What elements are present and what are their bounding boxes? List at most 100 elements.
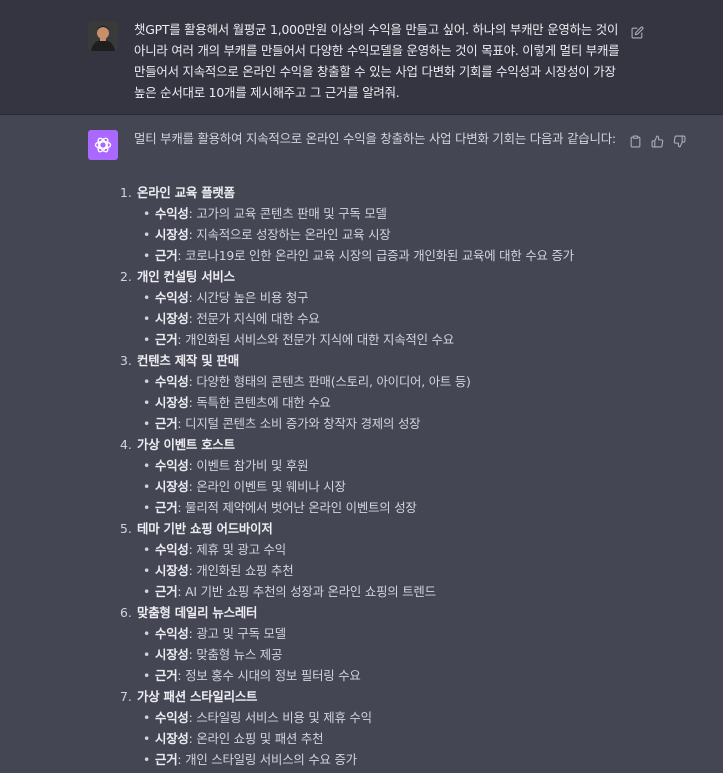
- detail-item: • 근거: 정보 홍수 시대의 정보 필터링 수요: [141, 665, 677, 686]
- detail-label: 시장성: [155, 227, 189, 242]
- detail-item: • 근거: 디지털 콘텐츠 소비 증가와 창작자 경제의 성장: [141, 413, 677, 434]
- list-number: 4.: [120, 437, 132, 452]
- message-actions: [629, 133, 686, 148]
- item-details: • 수익성: 제휴 및 광고 수익 • 시장성: 개인화된 쇼핑 추천 • 근거: AI …: [137, 539, 677, 602]
- list-item: 7. 가상 패션 스타일리스트 • 수익성: 스타일링 서비스 비용 및 제휴 수익 •…: [117, 686, 677, 770]
- item-title: 온라인 교육 플랫폼: [137, 185, 235, 200]
- detail-item: • 시장성: 독특한 콘텐츠에 대한 수요: [141, 392, 677, 413]
- detail-item: • 시장성: 온라인 이벤트 및 웨비나 시장: [141, 476, 677, 497]
- detail-label: 수익성: [155, 458, 189, 473]
- bullet-icon: •: [143, 311, 151, 326]
- detail-item: • 수익성: 스타일링 서비스 비용 및 제휴 수익: [141, 707, 677, 728]
- detail-item: • 시장성: 온라인 쇼핑 및 패션 추천: [141, 728, 677, 749]
- bullet-icon: •: [143, 710, 151, 725]
- detail-label: 시장성: [155, 563, 189, 578]
- thumbs-down-icon[interactable]: [673, 133, 686, 148]
- detail-item: • 근거: 개인 스타일링 서비스의 수요 증가: [141, 749, 677, 770]
- assistant-intro-text: 멀티 부캐를 활용하여 지속적으로 온라인 수익을 창출하는 사업 다변화 기회…: [134, 131, 616, 146]
- detail-label: 근거: [155, 584, 178, 599]
- item-title: 가상 이벤트 호스트: [137, 437, 235, 452]
- bullet-icon: •: [143, 416, 151, 431]
- detail-label: 근거: [155, 416, 178, 431]
- detail-item: • 근거: 물리적 제약에서 벗어난 온라인 이벤트의 성장: [141, 497, 677, 518]
- bullet-icon: •: [143, 731, 151, 746]
- detail-text: : 맞춤형 뉴스 제공: [188, 647, 283, 662]
- detail-label: 수익성: [155, 710, 189, 725]
- detail-label: 근거: [155, 332, 178, 347]
- chatgpt-logo-icon: [88, 130, 118, 160]
- detail-text: : 시간당 높은 비용 청구: [188, 290, 309, 305]
- bullet-icon: •: [143, 458, 151, 473]
- list-number: 7.: [120, 689, 132, 704]
- bullet-icon: •: [143, 206, 151, 221]
- detail-text: : 제휴 및 광고 수익: [188, 542, 287, 557]
- detail-label: 근거: [155, 500, 178, 515]
- detail-text: : 온라인 쇼핑 및 패션 추천: [188, 731, 324, 746]
- list-item: 1. 온라인 교육 플랫폼 • 수익성: 고가의 교육 콘텐츠 판매 및 구독 모델 •…: [117, 182, 677, 266]
- detail-item: • 근거: 코로나19로 인한 온라인 교육 시장의 급증과 개인화된 교육에 대…: [141, 245, 677, 266]
- detail-label: 수익성: [155, 542, 189, 557]
- list-item: 6. 맞춤형 데일리 뉴스레터 • 수익성: 광고 및 구독 모델 • 시장성: 맞춤형 …: [117, 602, 677, 686]
- item-details: • 수익성: 이벤트 참가비 및 후원 • 시장성: 온라인 이벤트 및 웨비나 시장…: [137, 455, 677, 518]
- detail-text: : 개인 스타일링 서비스의 수요 증가: [177, 752, 357, 767]
- bullet-icon: •: [143, 752, 151, 767]
- detail-item: • 수익성: 제휴 및 광고 수익: [141, 539, 677, 560]
- list-number: 3.: [120, 353, 132, 368]
- detail-text: : 물리적 제약에서 벗어난 온라인 이벤트의 성장: [177, 500, 417, 515]
- detail-item: • 수익성: 고가의 교육 콘텐츠 판매 및 구독 모델: [141, 203, 677, 224]
- assistant-message-row: 멀티 부캐를 활용하여 지속적으로 온라인 수익을 창출하는 사업 다변화 기회…: [0, 115, 723, 773]
- list-item: 2. 개인 컨설팅 서비스 • 수익성: 시간당 높은 비용 청구 • 시장성: 전문가 …: [117, 266, 677, 350]
- detail-label: 시장성: [155, 311, 189, 326]
- user-message-row: 챗GPT를 활용해서 월평균 1,000만원 이상의 수익을 만들고 싶어. 하…: [0, 0, 723, 115]
- detail-item: • 수익성: 다양한 형태의 콘텐츠 판매(스토리, 아이디어, 아트 등): [141, 371, 677, 392]
- item-details: • 수익성: 고가의 교육 콘텐츠 판매 및 구독 모델 • 시장성: 지속적으로 성…: [137, 203, 677, 266]
- list-item: 5. 테마 기반 쇼핑 어드바이저 • 수익성: 제휴 및 광고 수익 • 시장성: 개인…: [117, 518, 677, 602]
- item-title: 개인 컨설팅 서비스: [137, 269, 235, 284]
- detail-text: : 개인화된 서비스와 전문가 지식에 대한 지속적인 수요: [177, 332, 454, 347]
- detail-label: 근거: [155, 752, 178, 767]
- bullet-icon: •: [143, 500, 151, 515]
- detail-text: : AI 기반 쇼핑 추천의 성장과 온라인 쇼핑의 트렌드: [177, 584, 436, 599]
- detail-label: 시장성: [155, 647, 189, 662]
- item-title: 가상 패션 스타일리스트: [137, 689, 258, 704]
- detail-label: 근거: [155, 248, 178, 263]
- detail-item: • 근거: 개인화된 서비스와 전문가 지식에 대한 지속적인 수요: [141, 329, 677, 350]
- item-details: • 수익성: 광고 및 구독 모델 • 시장성: 맞춤형 뉴스 제공 • 근거: 정보 홍…: [137, 623, 677, 686]
- detail-label: 수익성: [155, 626, 189, 641]
- detail-item: • 수익성: 시간당 높은 비용 청구: [141, 287, 677, 308]
- detail-item: • 시장성: 맞춤형 뉴스 제공: [141, 644, 677, 665]
- detail-item: • 시장성: 개인화된 쇼핑 추천: [141, 560, 677, 581]
- list-number: 1.: [120, 185, 132, 200]
- bullet-icon: •: [143, 227, 151, 242]
- thumbs-up-icon[interactable]: [651, 133, 664, 148]
- detail-item: • 근거: AI 기반 쇼핑 추천의 성장과 온라인 쇼핑의 트렌드: [141, 581, 677, 602]
- detail-text: : 지속적으로 성장하는 온라인 교육 시장: [188, 227, 391, 242]
- bullet-icon: •: [143, 248, 151, 263]
- detail-text: : 이벤트 참가비 및 후원: [188, 458, 309, 473]
- detail-item: • 시장성: 전문가 지식에 대한 수요: [141, 308, 677, 329]
- list-number: 6.: [120, 605, 132, 620]
- detail-text: : 광고 및 구독 모델: [188, 626, 287, 641]
- item-details: • 수익성: 다양한 형태의 콘텐츠 판매(스토리, 아이디어, 아트 등) • 시장…: [137, 371, 677, 434]
- edit-icon[interactable]: [631, 24, 644, 39]
- bullet-icon: •: [143, 563, 151, 578]
- list-item: 4. 가상 이벤트 호스트 • 수익성: 이벤트 참가비 및 후원 • 시장성: 온라인 …: [117, 434, 677, 518]
- item-title: 테마 기반 쇼핑 어드바이저: [137, 521, 273, 536]
- bullet-icon: •: [143, 374, 151, 389]
- item-title: 컨텐츠 제작 및 판매: [137, 353, 239, 368]
- detail-label: 수익성: [155, 290, 189, 305]
- detail-text: : 개인화된 쇼핑 추천: [188, 563, 294, 578]
- detail-label: 수익성: [155, 206, 189, 221]
- detail-label: 근거: [155, 668, 178, 683]
- detail-text: : 온라인 이벤트 및 웨비나 시장: [188, 479, 346, 494]
- detail-text: : 독특한 콘텐츠에 대한 수요: [188, 395, 331, 410]
- bullet-icon: •: [143, 479, 151, 494]
- detail-label: 시장성: [155, 479, 189, 494]
- bullet-icon: •: [143, 647, 151, 662]
- opportunity-list: 1. 온라인 교육 플랫폼 • 수익성: 고가의 교육 콘텐츠 판매 및 구독 모델 •…: [117, 182, 677, 770]
- bullet-icon: •: [143, 395, 151, 410]
- copy-icon[interactable]: [629, 133, 642, 148]
- detail-text: : 디지털 콘텐츠 소비 증가와 창작자 경제의 성장: [177, 416, 421, 431]
- bullet-icon: •: [143, 626, 151, 641]
- detail-item: • 수익성: 광고 및 구독 모델: [141, 623, 677, 644]
